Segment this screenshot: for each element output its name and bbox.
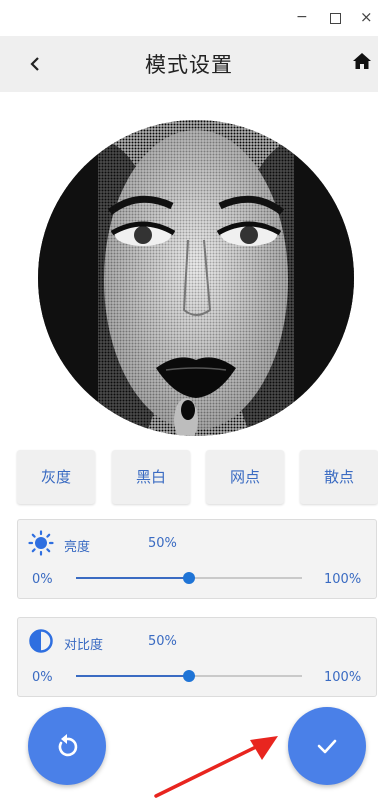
contrast-max-label: 100% (324, 670, 362, 685)
reset-button[interactable] (28, 707, 106, 785)
page-title: 模式设置 (145, 53, 233, 77)
contrast-slider[interactable] (76, 670, 302, 682)
brightness-sun-icon (28, 530, 54, 556)
contrast-value: 50% (148, 634, 177, 649)
mode-black-white-button[interactable]: 黑白 (112, 450, 190, 504)
brightness-min-label: 0% (32, 572, 53, 587)
checkmark-icon (317, 739, 337, 754)
brightness-slider[interactable] (76, 572, 302, 584)
maximize-button[interactable] (330, 13, 341, 24)
brightness-label: 亮度 (64, 540, 91, 555)
contrast-slider-thumb[interactable] (183, 670, 195, 682)
home-button[interactable] (352, 52, 376, 76)
mode-scatter-button[interactable]: 散点 (300, 450, 378, 504)
contrast-label: 对比度 (64, 638, 104, 653)
brightness-value: 50% (148, 536, 177, 551)
mode-grayscale-button[interactable]: 灰度 (17, 450, 95, 504)
annotation-arrow (154, 736, 278, 798)
contrast-panel: 对比度 50% 0% 100% (17, 617, 377, 697)
brightness-max-label: 100% (324, 572, 362, 587)
brightness-slider-thumb[interactable] (183, 572, 195, 584)
contrast-slider-fill (76, 675, 189, 677)
window-titlebar: − × (0, 0, 378, 36)
contrast-icon (29, 629, 53, 653)
mode-halftone-button[interactable]: 网点 (206, 450, 284, 504)
brightness-slider-fill (76, 577, 189, 579)
confirm-button[interactable] (288, 707, 366, 785)
app-header: 模式设置 (0, 36, 378, 92)
minimize-button[interactable]: − (296, 9, 308, 25)
portrait-preview-image (38, 120, 354, 436)
contrast-min-label: 0% (32, 670, 53, 685)
home-icon (353, 53, 371, 69)
brightness-panel: 亮度 50% 0% 100% (17, 519, 377, 599)
close-button[interactable]: × (360, 9, 373, 25)
refresh-icon (58, 734, 78, 757)
